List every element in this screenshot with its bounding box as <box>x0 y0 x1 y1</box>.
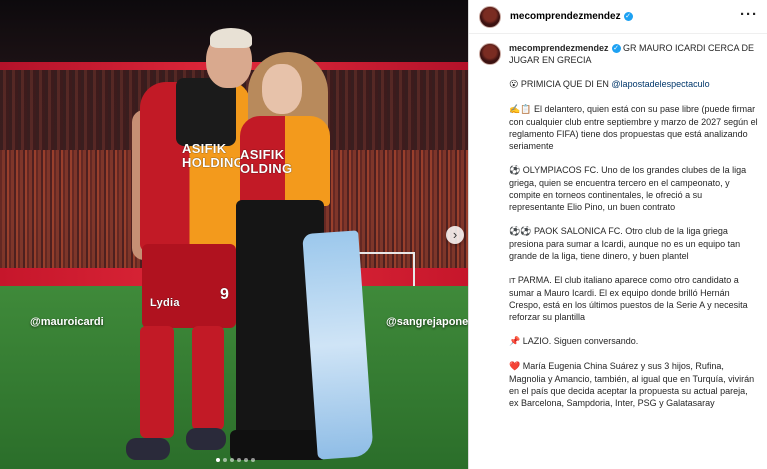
caption-avatar[interactable] <box>479 43 501 65</box>
avatar[interactable] <box>479 5 501 28</box>
woman-face <box>262 64 302 114</box>
mention-link[interactable]: @lapostadelespectaculo <box>611 79 709 89</box>
post-header: mecomprendezmendez ✓ ··· <box>469 0 767 34</box>
verified-badge-icon: ✓ <box>611 44 621 54</box>
carousel-dot <box>223 458 227 462</box>
paragraph-text: PAOK SALONICA FC. Otro club de la liga g… <box>509 226 741 261</box>
chevron-right-icon[interactable]: › <box>446 226 464 244</box>
verified-badge-icon: ✓ <box>623 12 633 21</box>
carousel-dot <box>244 458 248 462</box>
photo-tag-left[interactable]: @mauroicardi <box>30 316 104 328</box>
header-username[interactable]: mecomprendezmendez <box>510 11 621 22</box>
soccer-balls-emoji-icon: ⚽⚽ <box>509 227 532 237</box>
post-caption: mecomprendezmendez ✓ GR MAURO ICARDI CERC… <box>479 42 761 409</box>
carousel-dots <box>216 458 255 462</box>
player-jersey-sponsor: ASIFIK HOLDING <box>182 141 245 170</box>
paragraph-text: María Eugenia China Suárez y sus 3 hijos… <box>509 361 755 408</box>
more-horizontal-icon[interactable]: ··· <box>740 6 758 23</box>
paragraph-text: PARMA. El club italiano aparece como otr… <box>509 275 748 322</box>
caption-paragraph: 😮 PRIMICIA QUE DI EN @lapostadelespectac… <box>509 78 759 91</box>
carousel-dot <box>216 458 220 462</box>
paragraph-text: LAZIO. Siguen conversando. <box>522 336 639 346</box>
caption-paragraph: ⚽⚽ PAOK SALONICA FC. Otro club de la lig… <box>509 225 759 262</box>
paragraph-text: OLYMPIACOS FC. Uno de los grandes clubes… <box>509 165 747 212</box>
paragraph-text: El delantero, quien está con su pase lib… <box>509 104 758 151</box>
player-leg-left <box>140 326 174 438</box>
goal <box>355 252 415 286</box>
player-hair <box>210 28 252 48</box>
player-shoe-left <box>126 438 170 460</box>
caption-paragraph: ✍️📋 El delantero, quien está con su pase… <box>509 103 759 152</box>
carousel-dot <box>251 458 255 462</box>
caption-paragraph: ❤️ María Eugenia China Suárez y sus 3 hi… <box>509 360 759 409</box>
pushpin-emoji-icon: 📌 <box>509 337 521 347</box>
caption-paragraph: 📌 LAZIO. Siguen conversando. <box>509 335 759 348</box>
post-photo[interactable]: ASIFIK HOLDING Lydia 9 ASIFIK OLDING @ma… <box>0 0 468 469</box>
heart-emoji-icon: ❤️ <box>509 362 521 372</box>
player-leg-right <box>192 326 224 430</box>
caption-paragraph: ⚽ OLYMPIACOS FC. Uno de los grandes club… <box>509 164 759 213</box>
woman-boots <box>230 430 326 460</box>
caption-paragraph: IT PARMA. El club italiano aparece como … <box>509 274 759 323</box>
photo-tag-right[interactable]: @sangrejaponesa <box>386 316 468 328</box>
post-sidebar: mecomprendezmendez ✓ ··· mecomprendezmen… <box>468 0 767 469</box>
woman-jersey-sponsor: ASIFIK OLDING <box>240 147 293 176</box>
carousel-dot <box>237 458 241 462</box>
shorts-sponsor: Lydia <box>150 297 180 309</box>
italy-flag-emoji-icon: IT <box>509 277 516 285</box>
soccer-ball-emoji-icon: ⚽ <box>509 166 521 176</box>
carousel-dot <box>230 458 234 462</box>
player-scarf <box>176 78 236 146</box>
writing-emoji-icon: ✍️📋 <box>509 105 532 115</box>
surprised-emoji-icon: 😮 <box>509 80 519 90</box>
shorts-number: 9 <box>220 286 230 303</box>
paragraph-text: PRIMICIA QUE DI EN <box>520 79 612 89</box>
player-shoe-right <box>186 428 226 450</box>
caption-username[interactable]: mecomprendezmendez <box>509 43 609 53</box>
